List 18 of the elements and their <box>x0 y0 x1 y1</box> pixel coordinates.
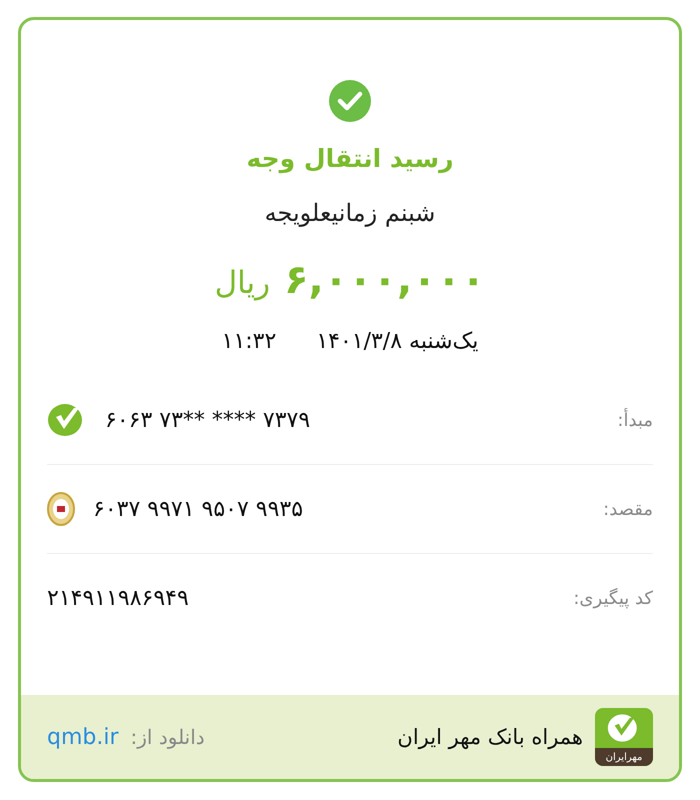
download-link[interactable]: qmb.ir <box>47 724 119 750</box>
currency-label: ریال <box>214 265 270 301</box>
success-check-icon <box>329 80 371 122</box>
app-name: همراه بانک مهر ایران <box>397 725 583 749</box>
bank-logo-icon <box>47 491 75 527</box>
download-label: دانلود از: <box>130 725 205 749</box>
recipient-name: شبنم زمانیعلویجه <box>264 199 436 227</box>
detail-value: ۶۰۳۷ ۹۹۷۱ ۹۵۰۷ ۹۹۳۵ <box>93 496 304 522</box>
time-text: ۱۱:۳۲ <box>222 329 276 354</box>
detail-label: مقصد: <box>603 498 653 520</box>
date-text: یک‌شنبه ۱۴۰۱/۳/۸ <box>316 329 478 354</box>
detail-label: مبدأ: <box>617 410 653 430</box>
detail-value: ۲۱۴۹۱۱۹۸۶۹۴۹ <box>47 586 189 610</box>
logo-text: مهرایران <box>595 748 653 766</box>
detail-label: کد پیگیری: <box>573 588 653 608</box>
receipt-title: رسید انتقال وجه <box>246 144 454 173</box>
amount-value: ۶,۰۰۰,۰۰۰ <box>284 257 486 303</box>
detail-value: ۶۰۶۳ ۷۳** **** ۷۳۷۹ <box>105 408 310 432</box>
